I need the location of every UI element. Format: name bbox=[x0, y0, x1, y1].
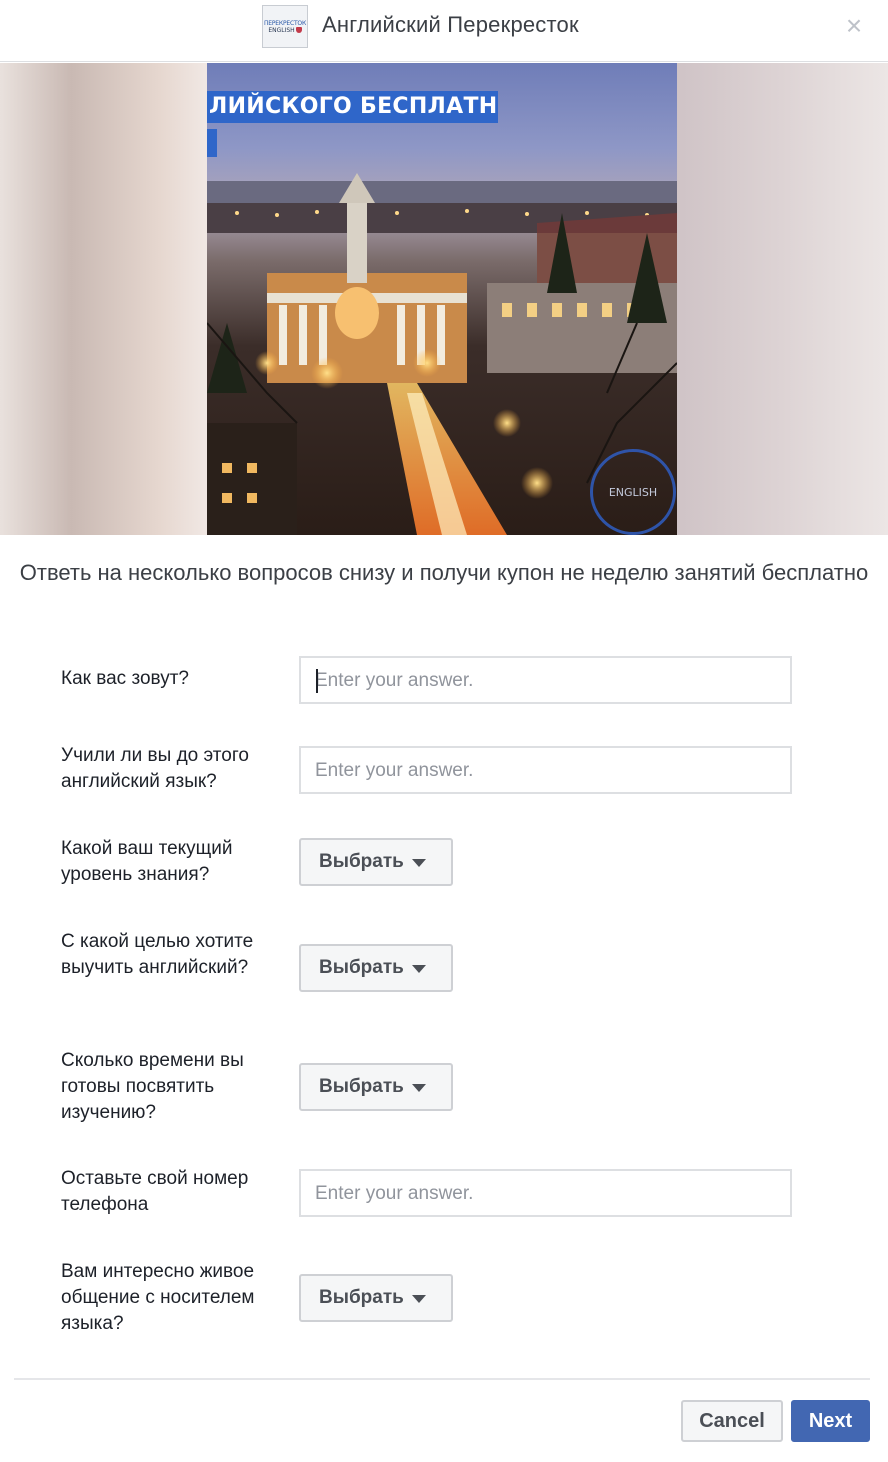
ad-media: ЛИЙСКОГО БЕСПЛАТНО ENGLISH bbox=[0, 63, 888, 535]
page-title: Английский Перекресток bbox=[322, 12, 579, 37]
close-icon[interactable]: × bbox=[842, 12, 866, 40]
goal-select-label: Выбрать bbox=[319, 957, 404, 978]
caret-down-icon bbox=[411, 1295, 426, 1303]
question-label-native-speaker: Вам интересно живое общение с носителем … bbox=[61, 1261, 255, 1334]
cancel-button[interactable]: Cancel bbox=[681, 1400, 783, 1442]
question-label-studied-before: Учили ли вы до этого английский язык? bbox=[61, 745, 249, 792]
native-speaker-select-button[interactable]: Выбрать bbox=[299, 1274, 453, 1322]
logo-line-2: ENGLISH bbox=[268, 26, 302, 34]
time-select-button[interactable]: Выбрать bbox=[299, 1063, 453, 1111]
logo-line-2-text: ENGLISH bbox=[268, 26, 295, 34]
city-photo: ЛИЙСКОГО БЕСПЛАТНО ENGLISH bbox=[207, 63, 677, 535]
level-select-button[interactable]: Выбрать bbox=[299, 838, 453, 886]
question-label-level: Какой ваш текущий уровень знания? bbox=[61, 838, 233, 885]
goal-select-button[interactable]: Выбрать bbox=[299, 944, 453, 992]
brand-watermark: ENGLISH bbox=[590, 449, 676, 535]
level-select-label: Выбрать bbox=[319, 851, 404, 872]
footer-divider bbox=[14, 1378, 870, 1380]
time-select-label: Выбрать bbox=[319, 1076, 404, 1097]
brand-logo: ПЕРЕКРЕСТОК ENGLISH bbox=[262, 5, 308, 48]
native-speaker-select-label: Выбрать bbox=[319, 1287, 404, 1308]
phone-input[interactable]: Enter your answer. bbox=[299, 1169, 792, 1217]
studied-before-input[interactable]: Enter your answer. bbox=[299, 746, 792, 794]
form-intro: Ответь на несколько вопросов снизу и пол… bbox=[19, 560, 869, 585]
question-label-name: Как вас зовут? bbox=[61, 668, 189, 689]
next-button[interactable]: Next bbox=[791, 1400, 870, 1442]
logo-line-1: ПЕРЕКРЕСТОК bbox=[263, 19, 307, 27]
question-label-goal: С какой целью хотите выучить английский? bbox=[61, 931, 254, 978]
promo-banner-stub bbox=[207, 129, 217, 157]
question-label-time: Сколько времени вы готовы посвятить изуч… bbox=[61, 1050, 244, 1123]
caret-down-icon bbox=[411, 965, 426, 973]
dialog-header: ПЕРЕКРЕСТОК ENGLISH Английский Перекрест… bbox=[0, 0, 888, 62]
caret-down-icon bbox=[411, 859, 426, 867]
shield-icon bbox=[295, 27, 302, 33]
caret-down-icon bbox=[411, 1084, 426, 1092]
promo-banner: ЛИЙСКОГО БЕСПЛАТНО bbox=[207, 91, 498, 123]
question-label-phone: Оставьте свой номер телефона bbox=[61, 1168, 249, 1215]
name-input[interactable]: Enter your answer. bbox=[299, 656, 792, 704]
